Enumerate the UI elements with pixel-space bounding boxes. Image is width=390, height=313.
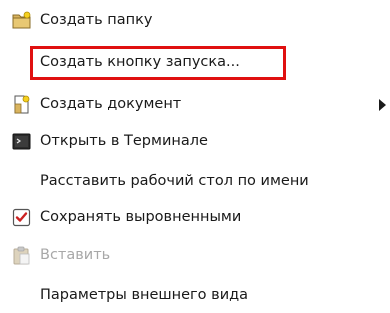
- context-menu: Создать папку Создать кнопку запуска... …: [0, 0, 390, 306]
- terminal-icon: [12, 132, 31, 151]
- highlight-box: [30, 46, 286, 80]
- menu-item-label: Открыть в Терминале: [40, 133, 208, 149]
- menu-item-label: Сохранять выровненными: [40, 209, 242, 225]
- menu-item-appearance-settings[interactable]: Параметры внешнего вида: [0, 277, 390, 313]
- menu-item-paste: Вставить: [0, 237, 390, 273]
- menu-item-create-document[interactable]: Создать документ: [0, 86, 390, 122]
- menu-item-open-terminal[interactable]: Открыть в Терминале: [0, 123, 390, 159]
- submenu-arrow-icon: [379, 99, 386, 111]
- document-new-icon: [12, 95, 31, 114]
- menu-item-label: Расставить рабочий стол по имени: [40, 173, 309, 189]
- menu-item-arrange-by-name[interactable]: Расставить рабочий стол по имени: [0, 163, 390, 199]
- menu-item-label: Вставить: [40, 247, 111, 263]
- menu-item-label: Создать документ: [40, 96, 182, 112]
- menu-item-create-folder[interactable]: Создать папку: [0, 2, 390, 38]
- menu-item-label: Создать папку: [40, 12, 153, 28]
- clipboard-paste-icon: [12, 246, 31, 265]
- menu-item-label: Параметры внешнего вида: [40, 287, 249, 303]
- checkbox-checked-icon: [12, 208, 31, 227]
- folder-new-icon: [12, 11, 31, 30]
- menu-item-keep-aligned[interactable]: Сохранять выровненными: [0, 199, 390, 235]
